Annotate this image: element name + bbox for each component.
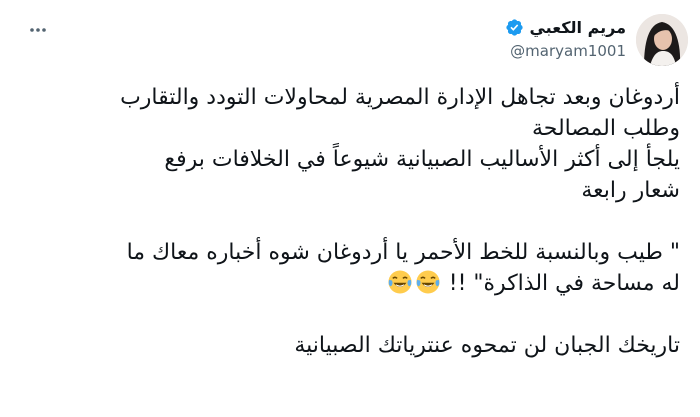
more-horizontal-icon [30,28,46,32]
display-name-row: مريم الكعبي [505,18,626,37]
user-info: مريم الكعبي @maryam1001 [505,18,626,60]
tweet-line: " طيب وبالنسبة للخط الأحمر يا أردوغان شو… [126,240,680,265]
avatar[interactable] [636,14,688,66]
verified-badge-icon [506,19,524,36]
tweet-line: وطلب المصالحة [531,116,680,141]
tweet-line: أردوغان وبعد تجاهل الإدارة المصرية لمحاو… [120,85,680,110]
tweet-card: مريم الكعبي @maryam1001 أردوغان وبعد تجا… [0,0,700,417]
user-handle[interactable]: @maryam1001 [505,42,626,60]
face-with-tears-of-joy-icon [388,270,412,294]
tweet-line: تاريخك الجبان لن تمحوه عنترياتك الصبياني… [294,333,680,358]
tweet-header: مريم الكعبي @maryam1001 [0,12,700,72]
avatar-photo-icon [636,14,688,66]
tweet-text: أردوغان وبعد تجاهل الإدارة المصرية لمحاو… [28,82,680,361]
face-with-tears-of-joy-icon [416,270,440,294]
tweet-line-text: له مساحة في الذاكرة" !! [448,271,680,296]
more-options-button[interactable] [28,20,48,40]
emoji-group [386,270,442,296]
tweet-line: يلجأ إلى أكثر الأساليب الصبيانية شيوعاً … [164,147,680,172]
tweet-line: شعار رابعة [581,178,680,203]
display-name[interactable]: مريم الكعبي [529,18,626,37]
tweet-line-with-emoji: له مساحة في الذاكرة" !! [28,268,680,299]
